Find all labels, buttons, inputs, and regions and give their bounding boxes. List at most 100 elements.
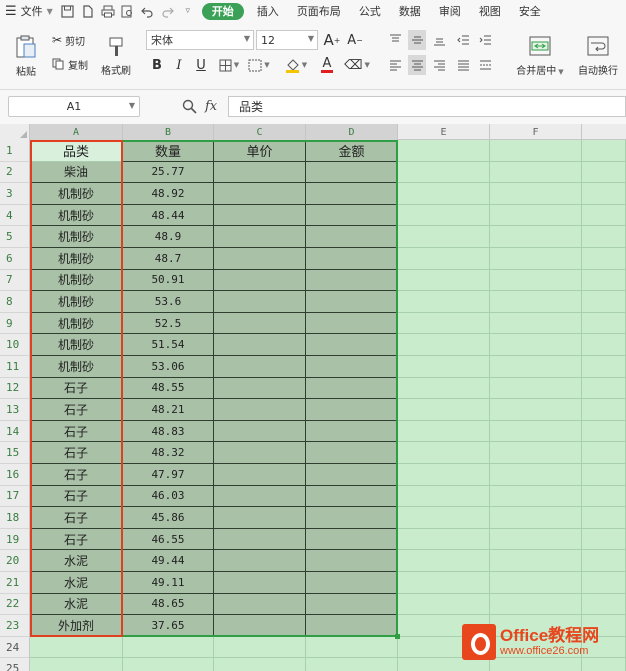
grid-cell[interactable] (398, 269, 490, 292)
header-cell[interactable]: 品类 (30, 140, 123, 162)
grid-cell[interactable] (306, 356, 398, 378)
align-left-button[interactable] (386, 55, 404, 75)
tab-home[interactable]: 开始 (201, 2, 244, 20)
grid-cell[interactable] (490, 183, 582, 205)
grid-cell[interactable] (490, 399, 582, 421)
grid-cell[interactable] (490, 356, 582, 378)
grid-cell[interactable] (398, 291, 490, 313)
grid-cell[interactable] (214, 183, 306, 205)
category-cell[interactable]: 石子 (30, 399, 123, 421)
quantity-cell[interactable]: 48.21 (123, 399, 214, 421)
quantity-cell[interactable]: 53.6 (123, 291, 214, 313)
grid-cell[interactable] (214, 356, 306, 378)
grid-cell[interactable] (582, 550, 626, 572)
grid-cell[interactable] (490, 377, 582, 400)
column-header-g[interactable] (582, 124, 626, 140)
quantity-cell[interactable]: 48.44 (123, 204, 214, 227)
column-header-c[interactable]: C (214, 124, 306, 140)
underline-button[interactable]: U (192, 55, 210, 75)
grid-cell[interactable] (490, 572, 582, 594)
row-header[interactable]: 10 (0, 334, 30, 356)
header-cell[interactable]: 金额 (306, 140, 398, 162)
print-icon[interactable] (98, 0, 118, 22)
grid-cell[interactable] (306, 420, 398, 443)
formula-input[interactable]: 品类 (228, 96, 626, 117)
grid-cell[interactable] (490, 442, 582, 464)
grid-cell[interactable] (214, 528, 306, 551)
grid-cell[interactable] (30, 636, 123, 659)
grid-cell[interactable] (398, 248, 490, 270)
grid-cell[interactable] (490, 507, 582, 529)
tab-security[interactable]: 安全 (510, 0, 550, 22)
print-preview-icon[interactable] (118, 0, 138, 22)
row-header[interactable]: 19 (0, 528, 30, 551)
grid-cell[interactable] (214, 161, 306, 184)
category-cell[interactable]: 柴油 (30, 161, 123, 184)
font-size-select[interactable]: 12 ▼ (256, 30, 318, 50)
grid-cell[interactable] (582, 204, 626, 227)
row-header[interactable]: 3 (0, 183, 30, 205)
tab-insert[interactable]: 插入 (248, 0, 288, 22)
category-cell[interactable]: 石子 (30, 442, 123, 464)
grid-cell[interactable] (306, 399, 398, 421)
grid-cell[interactable] (398, 183, 490, 205)
align-top-button[interactable] (386, 30, 404, 50)
grid-cell[interactable] (582, 399, 626, 421)
grid-cell[interactable] (582, 464, 626, 486)
grid-cell[interactable] (214, 593, 306, 616)
grid-cell[interactable] (490, 550, 582, 572)
row-header[interactable]: 8 (0, 291, 30, 313)
column-header-f[interactable]: F (490, 124, 582, 140)
redo-icon[interactable] (158, 0, 178, 22)
grid-cell[interactable] (490, 161, 582, 184)
wrap-text-button[interactable]: 自动换行 (574, 30, 622, 82)
save-icon[interactable] (58, 0, 78, 22)
bold-button[interactable]: B (148, 55, 166, 75)
grid-cell[interactable] (582, 572, 626, 594)
row-header[interactable]: 6 (0, 248, 30, 270)
quantity-cell[interactable]: 48.65 (123, 593, 214, 616)
grid-cell[interactable] (214, 442, 306, 464)
quantity-cell[interactable]: 25.77 (123, 161, 214, 184)
grid-cell[interactable] (214, 507, 306, 529)
row-header[interactable]: 23 (0, 615, 30, 637)
grid-cell[interactable] (398, 356, 490, 378)
grid-cell[interactable] (123, 636, 214, 659)
quantity-cell[interactable]: 48.83 (123, 420, 214, 443)
grid-cell[interactable] (214, 377, 306, 400)
grid-cell[interactable] (582, 334, 626, 356)
quantity-cell[interactable]: 47.97 (123, 464, 214, 486)
grid-cell[interactable] (306, 658, 398, 671)
grid-cell[interactable] (398, 442, 490, 464)
cell-style-button[interactable]: ▼ (246, 55, 272, 75)
grid-cell[interactable] (306, 161, 398, 184)
grid-cell[interactable] (582, 658, 626, 671)
font-color-button[interactable]: A (314, 55, 340, 75)
row-header[interactable]: 22 (0, 593, 30, 616)
select-all-corner[interactable] (0, 124, 30, 140)
grid-cell[interactable] (490, 658, 582, 671)
grid-cell[interactable] (490, 140, 582, 162)
row-header[interactable]: 14 (0, 420, 30, 443)
grid-cell[interactable] (214, 226, 306, 248)
quantity-cell[interactable]: 52.5 (123, 312, 214, 335)
category-cell[interactable]: 机制砂 (30, 291, 123, 313)
category-cell[interactable]: 石子 (30, 485, 123, 508)
copy-button[interactable]: 复制 (52, 54, 88, 74)
row-header[interactable]: 20 (0, 550, 30, 572)
grid-cell[interactable] (582, 356, 626, 378)
category-cell[interactable]: 石子 (30, 507, 123, 529)
category-cell[interactable]: 水泥 (30, 593, 123, 616)
increase-font-size-button[interactable]: A + (322, 30, 342, 50)
grid-cell[interactable] (582, 291, 626, 313)
grid-cell[interactable] (306, 312, 398, 335)
grid-cell[interactable] (306, 636, 398, 659)
quantity-cell[interactable]: 48.55 (123, 377, 214, 400)
quantity-cell[interactable]: 49.11 (123, 572, 214, 594)
grid-cell[interactable] (306, 593, 398, 616)
grid-cell[interactable] (306, 550, 398, 572)
category-cell[interactable]: 水泥 (30, 550, 123, 572)
quick-access-dropdown-icon[interactable]: ▿ (178, 0, 198, 22)
row-header[interactable]: 2 (0, 161, 30, 184)
paste-button[interactable]: 粘贴 (8, 30, 44, 82)
